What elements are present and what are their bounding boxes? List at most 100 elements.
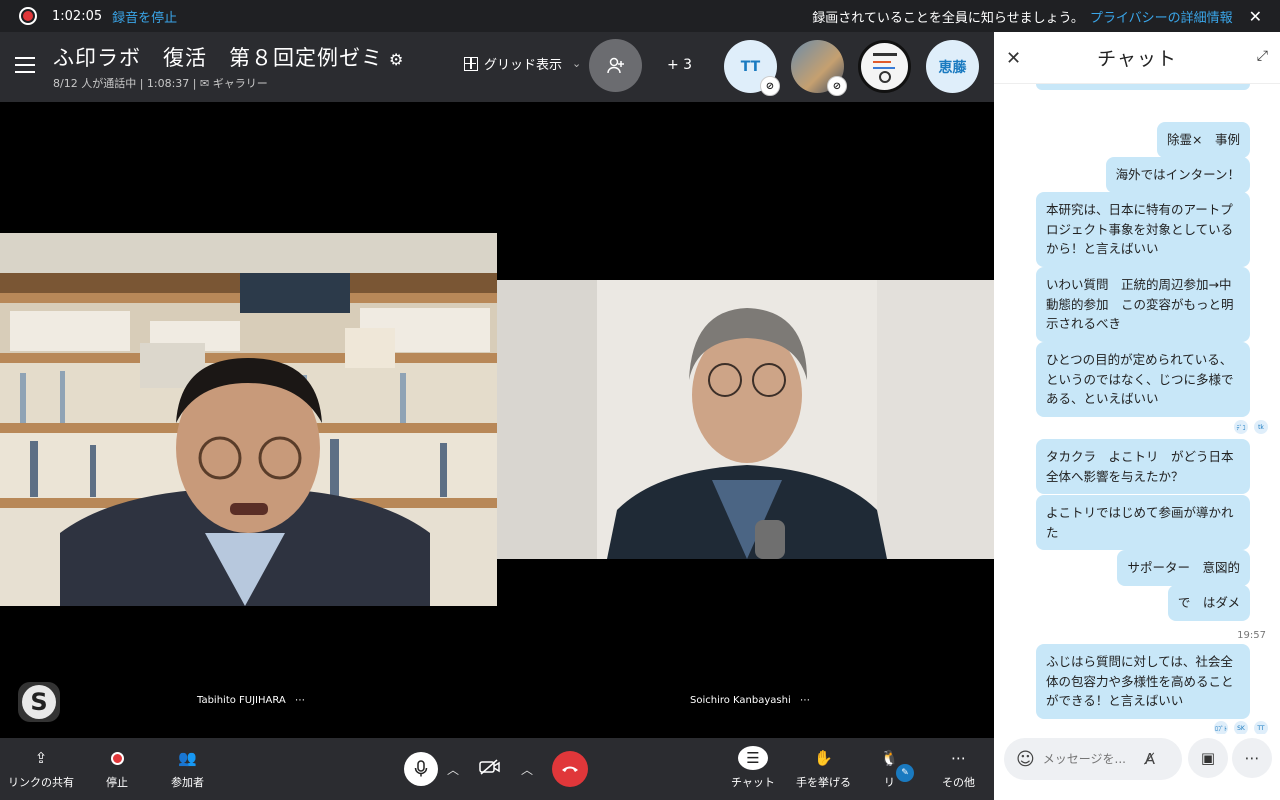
avatar[interactable]: 恵藤 — [926, 40, 979, 93]
video-tile[interactable] — [497, 280, 994, 559]
participant-video — [497, 280, 994, 559]
raise-hand-button[interactable]: ✋ 手を挙げる — [796, 746, 851, 790]
more-options-icon[interactable]: ⋯ — [800, 695, 810, 706]
message-bubble[interactable]: ひとつの目的が定められている、というのではなく、じつに多様である、といえばいい — [1036, 342, 1250, 417]
record-stop-icon — [110, 751, 124, 765]
message-bubble[interactable]: 海外ではインターン！ — [1105, 157, 1250, 193]
message-bubble[interactable]: 本研究は、日本に特有のアートプロジェクト事象を対象としているから！と言えばいい — [1036, 192, 1250, 267]
raise-hand-label: 手を挙げる — [796, 776, 851, 789]
call-title-text: ふ印ラボ 復活 第８回定例ゼミ — [53, 46, 383, 70]
message-bubble[interactable]: で はダメ — [1167, 585, 1250, 621]
video-stage: Tabihito FUJIHARA ⋯ Soichiro Kanbayashi … — [0, 102, 994, 738]
message-bubble[interactable]: 除霊× 事例 — [1157, 122, 1250, 158]
avatar[interactable]: ⊘ — [791, 40, 847, 96]
more-chat-options-button[interactable]: ⋯ — [1232, 738, 1272, 778]
message-bubble[interactable]: よこトリではじめて参画が導かれた — [1036, 495, 1250, 550]
more-label: その他 — [942, 776, 975, 789]
video-tile[interactable] — [0, 233, 497, 606]
chevron-up-icon[interactable]: ︿ — [512, 761, 542, 778]
mic-muted-icon: ⊘ — [760, 76, 780, 96]
add-person-button[interactable] — [589, 39, 642, 92]
reactions-label: リ — [883, 776, 895, 789]
message-bubble[interactable]: タカクラ よこトリ がどう日本全体へ影響を与えたか？ — [1036, 439, 1250, 494]
chevron-down-icon: ⌄ — [572, 57, 582, 70]
participant-name: Soichiro Kanbayashi ⋯ — [690, 695, 810, 706]
avatar-initials: 恵藤 — [938, 59, 967, 76]
message-bubble[interactable]: いわい質問 正統的周辺参加→中動態的参加 この変容がもっと明示されるべき — [1036, 267, 1250, 342]
avatar[interactable] — [858, 40, 911, 93]
message-timestamp: 19:57 — [1237, 630, 1266, 641]
participant-name: Tabihito FUJIHARA ⋯ — [197, 695, 305, 706]
close-banner-button[interactable]: ✕ — [1249, 7, 1262, 26]
camera-off-button[interactable] — [468, 759, 512, 779]
avatar-image — [872, 52, 897, 83]
media-gallery-button[interactable]: ▣ — [1188, 738, 1228, 778]
more-participants-count[interactable]: + 3 — [667, 57, 692, 73]
privacy-link[interactable]: プライバシーの詳細情報 — [1090, 7, 1233, 26]
share-icon: ⇪ — [34, 749, 48, 767]
hang-up-button[interactable] — [552, 751, 588, 787]
message-bubble[interactable]: サポーター 意図的 — [1117, 550, 1250, 586]
avatar[interactable]: TT ⊘ — [724, 40, 780, 96]
participant-name-text: Tabihito FUJIHARA — [197, 695, 286, 706]
phone-hangup-icon — [562, 766, 578, 772]
camera-off-icon — [479, 759, 500, 775]
more-icon: ⋯ — [951, 749, 966, 767]
message-composer: ☺ A̸ — [1004, 738, 1182, 780]
chat-icon: ☰ — [737, 746, 768, 770]
more-icon: ⋯ — [1244, 749, 1260, 767]
more-options-button[interactable]: ⋯ その他 — [942, 746, 975, 790]
penguin-icon: 🐧 — [880, 749, 899, 767]
grid-view-label: グリッド表示 — [484, 58, 563, 73]
hand-icon: ✋ — [814, 749, 833, 767]
message-bubble[interactable]: ふじはら質問に対しては、社会全体の包容力や多様性を高めることができる！と言えばい… — [1036, 644, 1250, 719]
call-status: 8/12 人が通話中 | 1:08:37 | ✉ ギャラリー — [53, 77, 268, 90]
add-person-icon — [606, 57, 624, 73]
recording-banner: 1:02:05 録音を停止 録画されていることを全員に知らせましょう。 プライバ… — [0, 0, 1280, 32]
pen-icon: ✎ — [896, 764, 914, 782]
avatar: ﾛﾌﾟﾄ — [1214, 721, 1228, 734]
format-text-icon[interactable]: A̸ — [1145, 750, 1155, 768]
chevron-up-icon[interactable]: ︿ — [438, 761, 468, 778]
chat-title: チャット — [1097, 48, 1177, 70]
participant-name-text: Soichiro Kanbayashi — [690, 695, 791, 706]
recording-notice: 録画されていることを全員に知らせましょう。 — [812, 10, 1084, 26]
call-title[interactable]: ふ印ラボ 復活 第８回定例ゼミ ⚙ — [53, 42, 404, 72]
read-receipts: ﾛﾌﾟﾄ SK TT — [1214, 721, 1268, 734]
participants-label: 参加者 — [171, 776, 204, 789]
more-options-icon[interactable]: ⋯ — [295, 695, 305, 706]
skype-call-window: 1:02:05 録音を停止 録画されていることを全員に知らせましょう。 プライバ… — [0, 0, 1280, 800]
stop-recording-button[interactable]: 停止 — [106, 746, 128, 790]
read-receipts: ﾃﾞｺ tk — [1234, 420, 1268, 434]
expand-icon[interactable]: ⤢ — [1257, 48, 1268, 64]
chat-header: ✕ チャット ⤢ — [994, 32, 1280, 84]
stop-recording-link[interactable]: 録音を停止 — [112, 7, 177, 26]
call-header: ふ印ラボ 復活 第８回定例ゼミ ⚙ 8/12 人が通話中 | 1:08:37 | … — [0, 32, 994, 102]
share-link-button[interactable]: ⇪ リンクの共有 — [8, 746, 74, 790]
microphone-icon — [414, 760, 428, 777]
recording-time: 1:02:05 — [52, 8, 103, 24]
gear-icon[interactable]: ⚙ — [389, 50, 404, 69]
mic-muted-icon: ⊘ — [827, 76, 847, 96]
participants-button[interactable]: 👥 参加者 — [171, 746, 204, 790]
participant-video — [0, 233, 497, 606]
participants-icon: 👥 — [178, 749, 197, 767]
call-controls: ︿ ︿ — [404, 751, 588, 787]
message-bubble — [1036, 84, 1250, 90]
message-input[interactable] — [1042, 752, 1139, 766]
message-list[interactable]: 除霊× 事例 海外ではインターン！ 本研究は、日本に特有のアートプロジェクト事象… — [994, 84, 1280, 734]
record-icon — [19, 7, 37, 25]
avatar: TT — [1254, 721, 1268, 734]
reactions-button[interactable]: 🐧 ✎ リ — [880, 746, 914, 790]
emoji-icon[interactable]: ☺ — [1016, 749, 1035, 770]
grid-view-button[interactable]: グリッド表示 ⌄ — [464, 54, 581, 73]
grid-icon — [464, 56, 478, 71]
call-toolbar: ⇪ リンクの共有 停止 👥 参加者 ︿ ︿ ☰ チャット ✋ 手を挙げる 🐧 ✎… — [0, 738, 994, 800]
chat-button[interactable]: ☰ チャット — [731, 746, 775, 790]
microphone-button[interactable] — [404, 752, 438, 786]
stop-label: 停止 — [106, 776, 128, 789]
skype-logo-icon: S — [18, 682, 60, 722]
share-link-label: リンクの共有 — [8, 776, 74, 789]
chat-panel: ✕ チャット ⤢ 除霊× 事例 海外ではインターン！ 本研究は、日本に特有のアー… — [994, 32, 1280, 800]
menu-icon[interactable] — [15, 57, 35, 73]
